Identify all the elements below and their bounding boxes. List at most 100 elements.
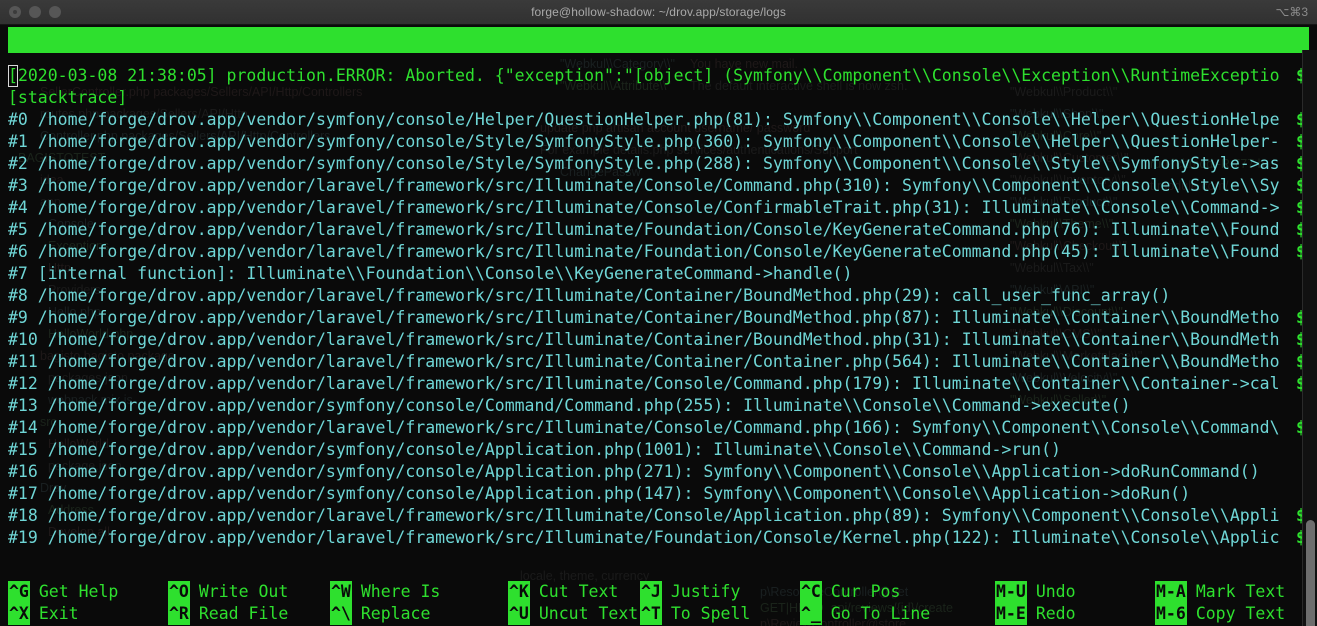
editor-line[interactable]: #15 /home/forge/drov.app/vendor/symfony/… [8, 439, 1317, 461]
shortcut-label: Justify [670, 582, 741, 601]
editor-line[interactable]: #7 [internal function]: Illuminate\\Foun… [8, 263, 1317, 285]
scrollbar-track[interactable] [1302, 50, 1317, 626]
shortcut-item[interactable]: M-6 Copy Text [1155, 603, 1285, 625]
editor-line-text: #0 /home/forge/drov.app/vendor/symfony/c… [8, 110, 1280, 129]
editor-line-text: #4 /home/forge/drov.app/vendor/laravel/f… [8, 198, 1280, 217]
shortcut-item[interactable]: ^O Write Out [168, 581, 288, 603]
window-shortcut-hint: ⌥⌘3 [1275, 5, 1308, 19]
editor-line[interactable]: #13 /home/forge/drov.app/vendor/symfony/… [8, 395, 1317, 417]
terminal-body[interactable]: Last login: Sun Mar 8 18:26:36 on ttys00… [0, 25, 1317, 626]
shortcut-label: To Spell [670, 604, 751, 623]
editor-line[interactable]: #19 /home/forge/drov.app/vendor/laravel/… [8, 527, 1317, 549]
shortcut-row-secondary: ^X Exit ^R Read File ^\ Replace ^U Uncut Text ^T… [0, 603, 1317, 625]
shortcut-item[interactable]: ^C Cur Pos [800, 581, 900, 603]
nano-header-bar: GNU nano 2.9.3 laravel.log [8, 27, 1309, 53]
shortcut-item[interactable]: ^R Read File [168, 603, 288, 625]
editor-line[interactable]: #12 /home/forge/drov.app/vendor/laravel/… [8, 373, 1317, 395]
shortcut-item[interactable]: M-A Mark Text [1155, 581, 1285, 603]
shortcut-label: Go To Line [830, 604, 931, 623]
shortcut-key: ^W [330, 581, 352, 603]
minimize-button[interactable] [29, 6, 41, 18]
editor-line-text: #3 /home/forge/drov.app/vendor/laravel/f… [8, 176, 1280, 195]
editor-line-text: #11 /home/forge/drov.app/vendor/laravel/… [8, 352, 1280, 371]
shortcut-key: ^\ [330, 603, 352, 625]
shortcut-label: Cur Pos [830, 582, 901, 601]
shortcut-label: Write Out [198, 582, 289, 601]
editor-line[interactable]: #9 /home/forge/drov.app/vendor/laravel/f… [8, 307, 1317, 329]
scrollbar-thumb[interactable] [1306, 520, 1315, 626]
window-titlebar: forge@hollow-shadow: ~/drov.app/storage/… [0, 0, 1317, 25]
nano-text-area[interactable]: [2020-03-08 21:38:05] production.ERROR: … [0, 65, 1317, 549]
editor-line[interactable]: #17 /home/forge/drov.app/vendor/symfony/… [8, 483, 1317, 505]
shortcut-label: Undo [1035, 582, 1076, 601]
shortcut-item[interactable]: ^_ Go To Line [800, 603, 930, 625]
shortcut-key: ^T [640, 603, 662, 625]
editor-line-text: #12 /home/forge/drov.app/vendor/laravel/… [8, 374, 1280, 393]
shortcut-label: Replace [360, 604, 431, 623]
editor-line[interactable]: #6 /home/forge/drov.app/vendor/laravel/f… [8, 241, 1317, 263]
terminal-window: forge@hollow-shadow: ~/drov.app/storage/… [0, 0, 1317, 626]
editor-line[interactable]: #2 /home/forge/drov.app/vendor/symfony/c… [8, 153, 1317, 175]
window-controls[interactable] [0, 6, 61, 18]
shortcut-item[interactable]: ^U Uncut Text [508, 603, 638, 625]
editor-line[interactable]: #16 /home/forge/drov.app/vendor/symfony/… [8, 461, 1317, 483]
editor-line-text: #15 /home/forge/drov.app/vendor/symfony/… [8, 440, 1061, 459]
shortcut-key: ^O [168, 581, 190, 603]
zoom-button[interactable] [49, 6, 61, 18]
shortcut-item[interactable]: M-U Undo [995, 581, 1076, 603]
shortcut-item[interactable]: ^G Get Help [8, 581, 118, 603]
editor-line[interactable]: [2020-03-08 21:38:05] production.ERROR: … [8, 65, 1317, 87]
editor-line[interactable]: #3 /home/forge/drov.app/vendor/laravel/f… [8, 175, 1317, 197]
shortcut-label: Copy Text [1195, 604, 1286, 623]
editor-line[interactable]: #5 /home/forge/drov.app/vendor/laravel/f… [8, 219, 1317, 241]
shortcut-key: ^K [508, 581, 530, 603]
editor-line[interactable]: #11 /home/forge/drov.app/vendor/laravel/… [8, 351, 1317, 373]
shortcut-label: Cut Text [538, 582, 619, 601]
shortcut-label: Where Is [360, 582, 441, 601]
shortcut-item[interactable]: ^K Cut Text [508, 581, 618, 603]
shortcut-label: Get Help [38, 582, 119, 601]
editor-line-text: #9 /home/forge/drov.app/vendor/laravel/f… [8, 308, 1280, 327]
editor-line-text: #16 /home/forge/drov.app/vendor/symfony/… [8, 462, 1260, 481]
editor-line[interactable]: #0 /home/forge/drov.app/vendor/symfony/c… [8, 109, 1317, 131]
editor-line-text: #6 /home/forge/drov.app/vendor/laravel/f… [8, 242, 1280, 261]
shortcut-item[interactable]: ^T To Spell [640, 603, 750, 625]
shortcut-key: M-U [995, 581, 1027, 603]
editor-line[interactable]: #18 /home/forge/drov.app/vendor/laravel/… [8, 505, 1317, 527]
shortcut-key: ^J [640, 581, 662, 603]
editor-line-text: #17 /home/forge/drov.app/vendor/symfony/… [8, 484, 1191, 503]
editor-line-text: #19 /home/forge/drov.app/vendor/laravel/… [8, 528, 1280, 547]
shortcut-label: Redo [1035, 604, 1076, 623]
nano-shortcut-bar: ^G Get Help ^O Write Out ^W Where Is ^K Cut Tex… [0, 581, 1317, 625]
shortcut-item[interactable]: ^W Where Is [330, 581, 440, 603]
shortcut-key: ^_ [800, 603, 822, 625]
shortcut-item[interactable]: ^J Justify [640, 581, 740, 603]
editor-line-text: #18 /home/forge/drov.app/vendor/laravel/… [8, 506, 1280, 525]
shortcut-key: ^U [508, 603, 530, 625]
shortcut-key: ^C [800, 581, 822, 603]
editor-line[interactable]: #4 /home/forge/drov.app/vendor/laravel/f… [8, 197, 1317, 219]
shortcut-key: ^G [8, 581, 30, 603]
shortcut-item[interactable]: M-E Redo [995, 603, 1076, 625]
shortcut-item[interactable]: ^X Exit [8, 603, 79, 625]
editor-line[interactable]: #14 /home/forge/drov.app/vendor/laravel/… [8, 417, 1317, 439]
nano-screen: GNU nano 2.9.3 laravel.log [2020-03-08 2… [0, 27, 1317, 626]
editor-line-text: #1 /home/forge/drov.app/vendor/symfony/c… [8, 132, 1280, 151]
editor-line[interactable]: #10 /home/forge/drov.app/vendor/laravel/… [8, 329, 1317, 351]
shortcut-item[interactable]: ^\ Replace [330, 603, 430, 625]
shortcut-key: ^X [8, 603, 30, 625]
shortcut-label: Uncut Text [538, 604, 639, 623]
editor-line-text: #8 /home/forge/drov.app/vendor/laravel/f… [8, 286, 1171, 305]
editor-line-text: #13 /home/forge/drov.app/vendor/symfony/… [8, 396, 1131, 415]
shortcut-label: Exit [38, 604, 79, 623]
close-button[interactable] [9, 6, 21, 18]
editor-line[interactable]: #8 /home/forge/drov.app/vendor/laravel/f… [8, 285, 1317, 307]
shortcut-key: M-E [995, 603, 1027, 625]
editor-line[interactable]: #1 /home/forge/drov.app/vendor/symfony/c… [8, 131, 1317, 153]
editor-line-text: #7 [internal function]: Illuminate\\Foun… [8, 264, 853, 283]
editor-line-text: #5 /home/forge/drov.app/vendor/laravel/f… [8, 220, 1280, 239]
window-title: forge@hollow-shadow: ~/drov.app/storage/… [531, 5, 786, 19]
editor-line[interactable]: [stacktrace] [8, 87, 1317, 109]
editor-line-text: [2020-03-08 21:38:05] production.ERROR: … [8, 65, 1280, 87]
shortcut-row-primary: ^G Get Help ^O Write Out ^W Where Is ^K Cut Tex… [0, 581, 1317, 603]
